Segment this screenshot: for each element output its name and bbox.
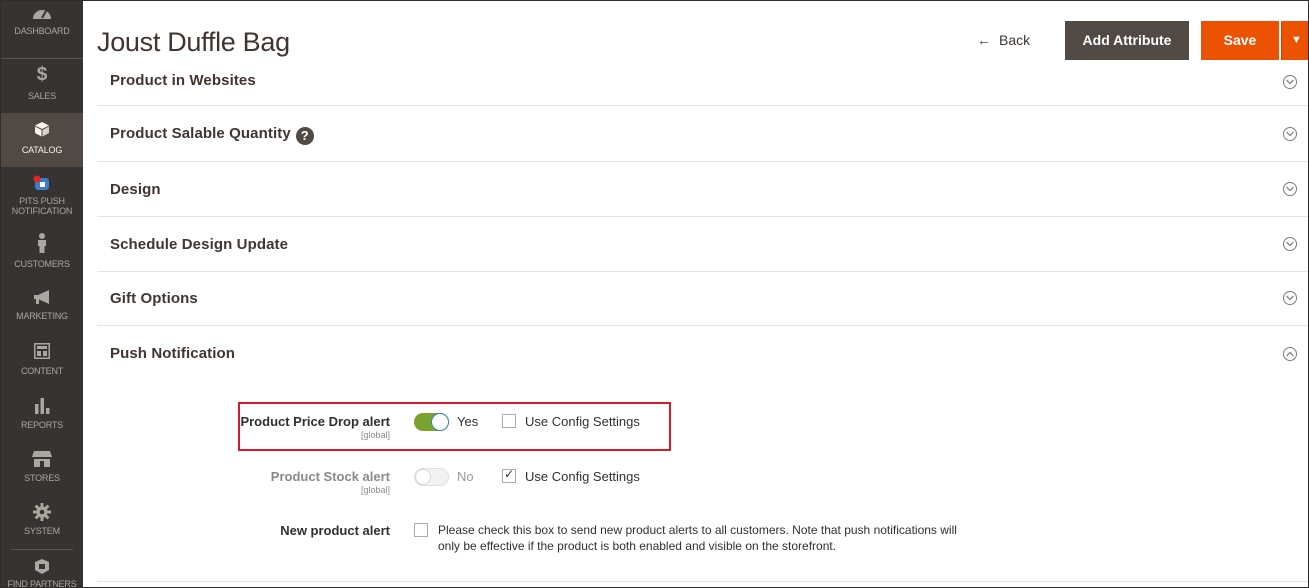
sidebar-item-content[interactable]: CONTENT [1, 331, 83, 385]
section-title-text: Product Salable Quantity [110, 125, 291, 142]
dashboard-icon [33, 10, 51, 19]
sidebar-item-label: SALES [27, 91, 57, 101]
section-title: Product Salable Quantity? [110, 125, 314, 145]
person-icon [38, 233, 46, 253]
layout-icon [34, 343, 50, 359]
sidebar-item-marketing[interactable]: MARKETING [1, 277, 83, 331]
store-icon [32, 451, 52, 467]
stock-alert-toggle[interactable] [414, 468, 449, 486]
sidebar-item-label: DASHBOARD [14, 26, 70, 36]
price-drop-use-config-checkbox[interactable] [502, 414, 516, 428]
sidebar-item-label: MARKETING [16, 311, 68, 321]
sidebar-item-catalog[interactable]: CATALOG [1, 113, 83, 167]
sidebar-item-label: CUSTOMERS [14, 259, 70, 269]
chevron-up-icon[interactable] [1283, 347, 1297, 361]
section-title[interactable]: Push Notification [110, 345, 235, 362]
sidebar-item-find-partners[interactable]: FIND PARTNERS [1, 551, 83, 588]
new-product-alert-note-line-1: Please check this box to send new produc… [438, 523, 957, 537]
price-drop-alert-label: Product Price Drop alert [240, 414, 390, 429]
section-product-in-websites[interactable]: Product in Websites [97, 59, 1308, 106]
new-product-alert-checkbox[interactable] [414, 523, 428, 537]
add-attribute-button[interactable]: Add Attribute [1065, 21, 1189, 60]
price-drop-alert-toggle[interactable] [414, 413, 449, 431]
sidebar-item-label: REPORTS [21, 420, 63, 430]
sidebar-divider [11, 549, 73, 550]
dollar-icon: $ [36, 64, 48, 85]
chevron-down-icon[interactable] [1283, 291, 1297, 305]
back-label: Back [999, 32, 1031, 48]
section-schedule-design-update[interactable]: Schedule Design Update [97, 217, 1308, 272]
sidebar-item-reports[interactable]: REPORTS [1, 385, 83, 439]
section-design[interactable]: Design [97, 162, 1308, 217]
sidebar-item-label: PITS PUSH NOTIFICATION [11, 196, 73, 216]
new-product-alert-note-line-2: only be effective if the product is both… [438, 539, 837, 553]
megaphone-icon [34, 290, 49, 304]
section-title: Product in Websites [110, 72, 256, 89]
page-title: Joust Duffle Bag [97, 27, 290, 57]
new-product-alert-label: New product alert [280, 523, 390, 538]
sidebar-item-system[interactable]: SYSTEM [1, 493, 83, 547]
sidebar-item-label: CATALOG [21, 145, 63, 155]
help-icon[interactable]: ? [295, 127, 314, 145]
section-title: Schedule Design Update [110, 236, 289, 253]
stock-alert-scope: [global] [360, 485, 390, 495]
cube-icon [35, 122, 49, 137]
price-drop-alert-scope: [global] [360, 430, 390, 440]
stock-use-config-label[interactable]: Use Config Settings [525, 469, 640, 484]
toggle-knob [415, 469, 431, 485]
sidebar-item-pits-push-notification[interactable]: PITS PUSH NOTIFICATION [1, 167, 83, 223]
price-drop-alert-value: Yes [457, 414, 479, 429]
chevron-down-icon[interactable] [1283, 182, 1297, 196]
sidebar-item-label: STORES [24, 473, 60, 483]
section-product-salable-quantity[interactable]: Product Salable Quantity? [97, 106, 1308, 162]
sidebar-item-label: CONTENT [20, 366, 64, 376]
toggle-knob [432, 414, 448, 430]
sidebar-item-customers[interactable]: CUSTOMERS [1, 223, 83, 277]
sidebar-item-sales[interactable]: $ SALES [1, 59, 83, 113]
push-notification-icon [33, 175, 49, 190]
chevron-down-icon[interactable] [1283, 75, 1297, 89]
checkmark-icon: ✓ [504, 467, 515, 481]
chevron-down-icon[interactable] [1283, 127, 1297, 141]
stock-use-config-checkbox[interactable]: ✓ [502, 467, 516, 483]
sidebar-item-label: FIND PARTNERS [7, 579, 77, 588]
section-title: Gift Options [110, 290, 198, 307]
back-button[interactable]: ← Back [977, 32, 1030, 48]
gear-icon [33, 503, 51, 521]
bar-chart-icon [35, 398, 50, 414]
section-title: Design [110, 181, 161, 198]
save-dropdown-toggle[interactable]: ▼ [1281, 21, 1308, 60]
chevron-down-icon[interactable] [1283, 237, 1297, 251]
sidebar-item-stores[interactable]: STORES [1, 439, 83, 493]
stock-alert-value: No [457, 469, 474, 484]
section-gift-options[interactable]: Gift Options [97, 272, 1308, 326]
sidebar-item-dashboard[interactable]: DASHBOARD [1, 1, 83, 58]
sidebar-item-label: SYSTEM [24, 526, 60, 536]
partners-icon [35, 559, 49, 574]
admin-sidebar: DASHBOARD $ SALES CATALOG PITS PUSH NOTI… [1, 1, 83, 588]
price-drop-use-config-label[interactable]: Use Config Settings [525, 414, 640, 429]
stock-alert-label: Product Stock alert [270, 469, 390, 484]
back-arrow-icon: ← [977, 32, 991, 48]
admin-page: DASHBOARD $ SALES CATALOG PITS PUSH NOTI… [0, 0, 1309, 588]
save-button[interactable]: Save [1201, 21, 1279, 60]
